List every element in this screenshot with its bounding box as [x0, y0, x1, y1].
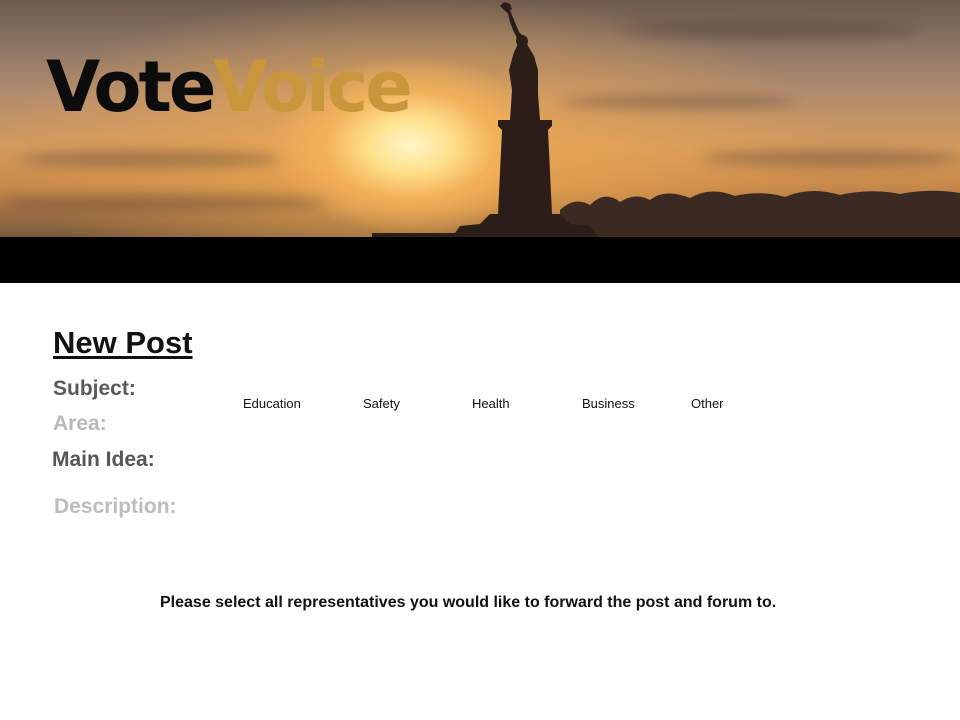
page-title: New Post — [53, 325, 193, 360]
area-option-business[interactable]: Business — [582, 396, 635, 411]
area-option-safety[interactable]: Safety — [363, 396, 400, 411]
header-banner: VoteVoice — [0, 0, 960, 237]
main-idea-label: Main Idea: — [52, 448, 155, 471]
area-option-health[interactable]: Health — [472, 396, 510, 411]
area-label: Area: — [53, 412, 107, 435]
subject-label: Subject: — [53, 377, 136, 400]
nav-bar — [0, 237, 960, 283]
votevoice-logo[interactable]: VoteVoice — [46, 52, 413, 122]
area-option-education[interactable]: Education — [243, 396, 301, 411]
logo-vote: Vote — [46, 46, 216, 128]
logo-voice: Voice — [213, 46, 412, 128]
representatives-instruction: Please select all representatives you wo… — [160, 594, 777, 611]
description-label: Description: — [54, 495, 177, 518]
area-option-other[interactable]: Other — [691, 396, 724, 411]
